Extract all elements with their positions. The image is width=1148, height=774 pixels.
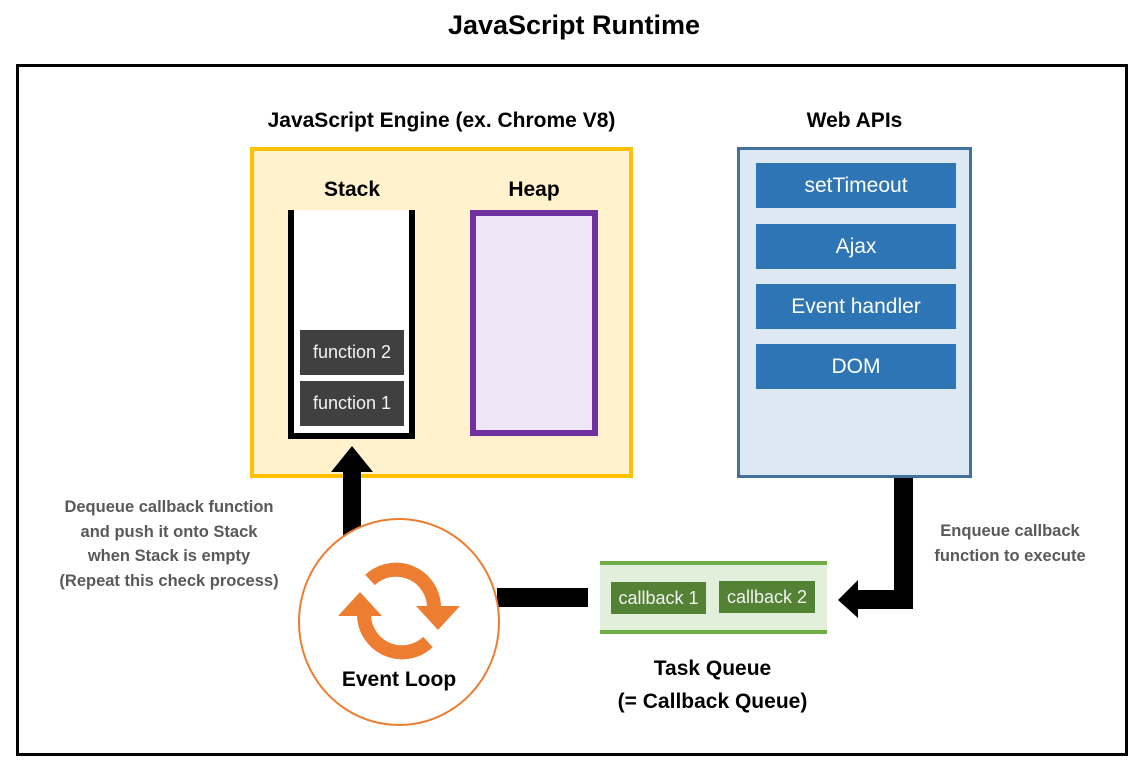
task-queue-title: Task Queue (= Callback Queue) (590, 652, 835, 718)
refresh-cycle-icon (338, 562, 460, 660)
dequeue-note-line: (Repeat this check process) (59, 571, 279, 590)
dequeue-note-line: when Stack is empty (87, 547, 251, 565)
dequeue-note: Dequeue callback function and push it on… (40, 495, 298, 593)
enqueue-note: Enqueue callback function to execute (915, 519, 1105, 568)
arrows-layer (331, 446, 913, 618)
task-queue-title-line2: (= Callback Queue) (617, 690, 808, 713)
arrow-enqueue-to-queue (838, 478, 913, 618)
enqueue-note-line: Enqueue callback (940, 522, 1080, 540)
queue-item: callback 1 (611, 582, 706, 614)
queue-to-loop-connector (497, 588, 588, 607)
enqueue-note-line: function to execute (934, 546, 1086, 565)
dequeue-note-line: Dequeue callback function (64, 498, 274, 516)
queue-item: callback 2 (719, 581, 815, 613)
task-queue-title-line1: Task Queue (653, 657, 772, 680)
dequeue-note-line: and push it onto Stack (80, 522, 258, 541)
event-loop-label: Event Loop (341, 668, 457, 691)
